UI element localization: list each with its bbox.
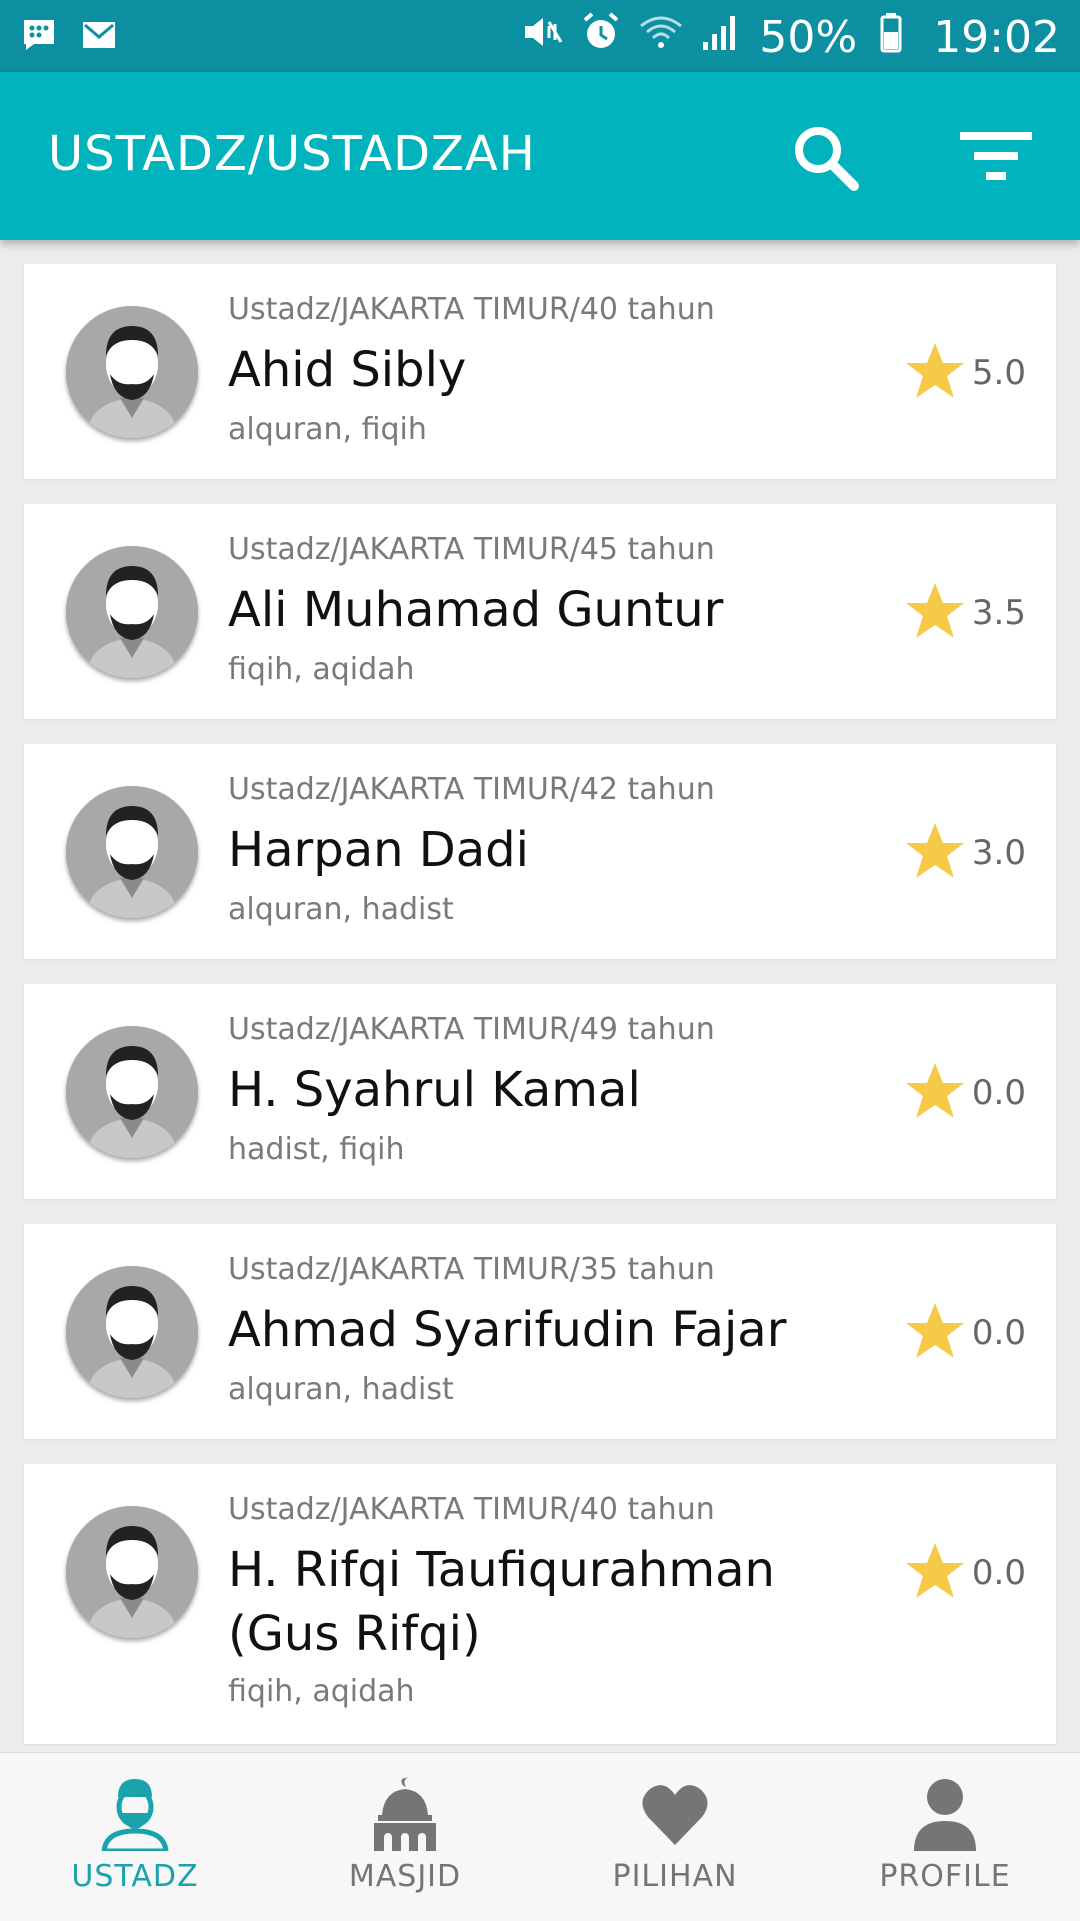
item-topics: alquran, hadist <box>228 892 454 927</box>
rating-value: 3.0 <box>971 833 1026 873</box>
page-title: USTADZ/USTADZAH <box>48 126 536 182</box>
nav-label: PILIHAN <box>612 1859 738 1894</box>
item-meta: Ustadz/JAKARTA TIMUR/42 tahun <box>228 772 715 807</box>
avatar <box>66 1266 198 1398</box>
wifi-icon <box>639 10 683 66</box>
heart-icon <box>640 1775 710 1851</box>
rating-value: 0.0 <box>971 1313 1026 1353</box>
rating: 0.0 <box>904 1060 1026 1126</box>
rating-value: 3.5 <box>971 593 1026 633</box>
nav-tab-masjid[interactable]: MASJID <box>270 1753 540 1921</box>
search-button[interactable] <box>786 118 866 198</box>
signal-icon <box>699 10 743 66</box>
list-item[interactable]: Ustadz/JAKARTA TIMUR/40 tahun Ahid Sibly… <box>24 264 1056 479</box>
bottom-navigation: USTADZ MASJID PILIHAN PROFILE <box>0 1752 1080 1921</box>
ustadz-list: Ustadz/JAKARTA TIMUR/40 tahun Ahid Sibly… <box>24 264 1056 1769</box>
app-bar: USTADZ/USTADZAH <box>0 72 1080 240</box>
mute-vibrate-icon <box>519 10 563 66</box>
item-topics: fiqih, aqidah <box>228 652 415 687</box>
rating-value: 0.0 <box>971 1073 1026 1113</box>
item-topics: hadist, fiqih <box>228 1132 405 1167</box>
nav-label: PROFILE <box>879 1859 1011 1894</box>
item-meta: Ustadz/JAKARTA TIMUR/40 tahun <box>228 1492 715 1527</box>
nav-tab-ustadz[interactable]: USTADZ <box>0 1753 270 1921</box>
avatar <box>66 1506 198 1638</box>
item-meta: Ustadz/JAKARTA TIMUR/40 tahun <box>228 292 715 327</box>
avatar <box>66 786 198 918</box>
rating: 0.0 <box>904 1540 1026 1606</box>
item-meta: Ustadz/JAKARTA TIMUR/35 tahun <box>228 1252 715 1287</box>
rating: 3.5 <box>904 580 1026 646</box>
nav-label: USTADZ <box>71 1859 199 1894</box>
search-icon <box>786 127 866 202</box>
item-topics: alquran, fiqih <box>228 412 427 447</box>
avatar <box>66 546 198 678</box>
star-icon <box>904 820 966 886</box>
item-name: Ahid Sibly <box>228 342 467 398</box>
rating: 5.0 <box>904 340 1026 406</box>
list-item[interactable]: Ustadz/JAKARTA TIMUR/42 tahun Harpan Dad… <box>24 744 1056 959</box>
item-meta: Ustadz/JAKARTA TIMUR/49 tahun <box>228 1012 715 1047</box>
rating: 3.0 <box>904 820 1026 886</box>
status-bar: 50% 19:02 <box>0 0 1080 72</box>
star-icon <box>904 1540 966 1606</box>
person-icon <box>910 1775 980 1851</box>
list-item[interactable]: Ustadz/JAKARTA TIMUR/49 tahun H. Syahrul… <box>24 984 1056 1199</box>
avatar <box>66 1026 198 1158</box>
star-icon <box>904 1060 966 1126</box>
rating: 0.0 <box>904 1300 1026 1366</box>
clock: 19:02 <box>933 12 1060 63</box>
rating-value: 5.0 <box>971 353 1026 393</box>
item-name: Ali Muhamad Guntur <box>228 582 724 638</box>
nav-tab-profile[interactable]: PROFILE <box>810 1753 1080 1921</box>
nav-label: MASJID <box>348 1859 462 1894</box>
filter-icon <box>956 132 1036 202</box>
item-name: H. Syahrul Kamal <box>228 1062 641 1118</box>
list-item[interactable]: Ustadz/JAKARTA TIMUR/45 tahun Ali Muhama… <box>24 504 1056 719</box>
list-item[interactable]: Ustadz/JAKARTA TIMUR/40 tahun H. Rifqi T… <box>24 1464 1056 1744</box>
avatar <box>66 306 198 438</box>
item-topics: fiqih, aqidah <box>228 1674 415 1709</box>
item-meta: Ustadz/JAKARTA TIMUR/45 tahun <box>228 532 715 567</box>
ustadz-icon <box>100 1775 170 1854</box>
bbm-icon <box>20 16 58 54</box>
battery-icon <box>873 10 917 66</box>
star-icon <box>904 1300 966 1366</box>
item-name: H. Rifqi Taufiqurahman (Gus Rifqi) <box>228 1542 775 1662</box>
item-name: Ahmad Syarifudin Fajar <box>228 1302 787 1358</box>
rating-value: 0.0 <box>971 1553 1026 1593</box>
filter-button[interactable] <box>956 118 1036 198</box>
item-topics: alquran, hadist <box>228 1372 454 1407</box>
battery-percent: 50% <box>759 12 858 63</box>
nav-tab-pilihan[interactable]: PILIHAN <box>540 1753 810 1921</box>
star-icon <box>904 340 966 406</box>
gmail-icon <box>80 16 118 54</box>
star-icon <box>904 580 966 646</box>
mosque-icon <box>370 1775 440 1851</box>
alarm-icon <box>579 10 623 66</box>
item-name: Harpan Dadi <box>228 822 529 878</box>
list-item[interactable]: Ustadz/JAKARTA TIMUR/35 tahun Ahmad Syar… <box>24 1224 1056 1439</box>
